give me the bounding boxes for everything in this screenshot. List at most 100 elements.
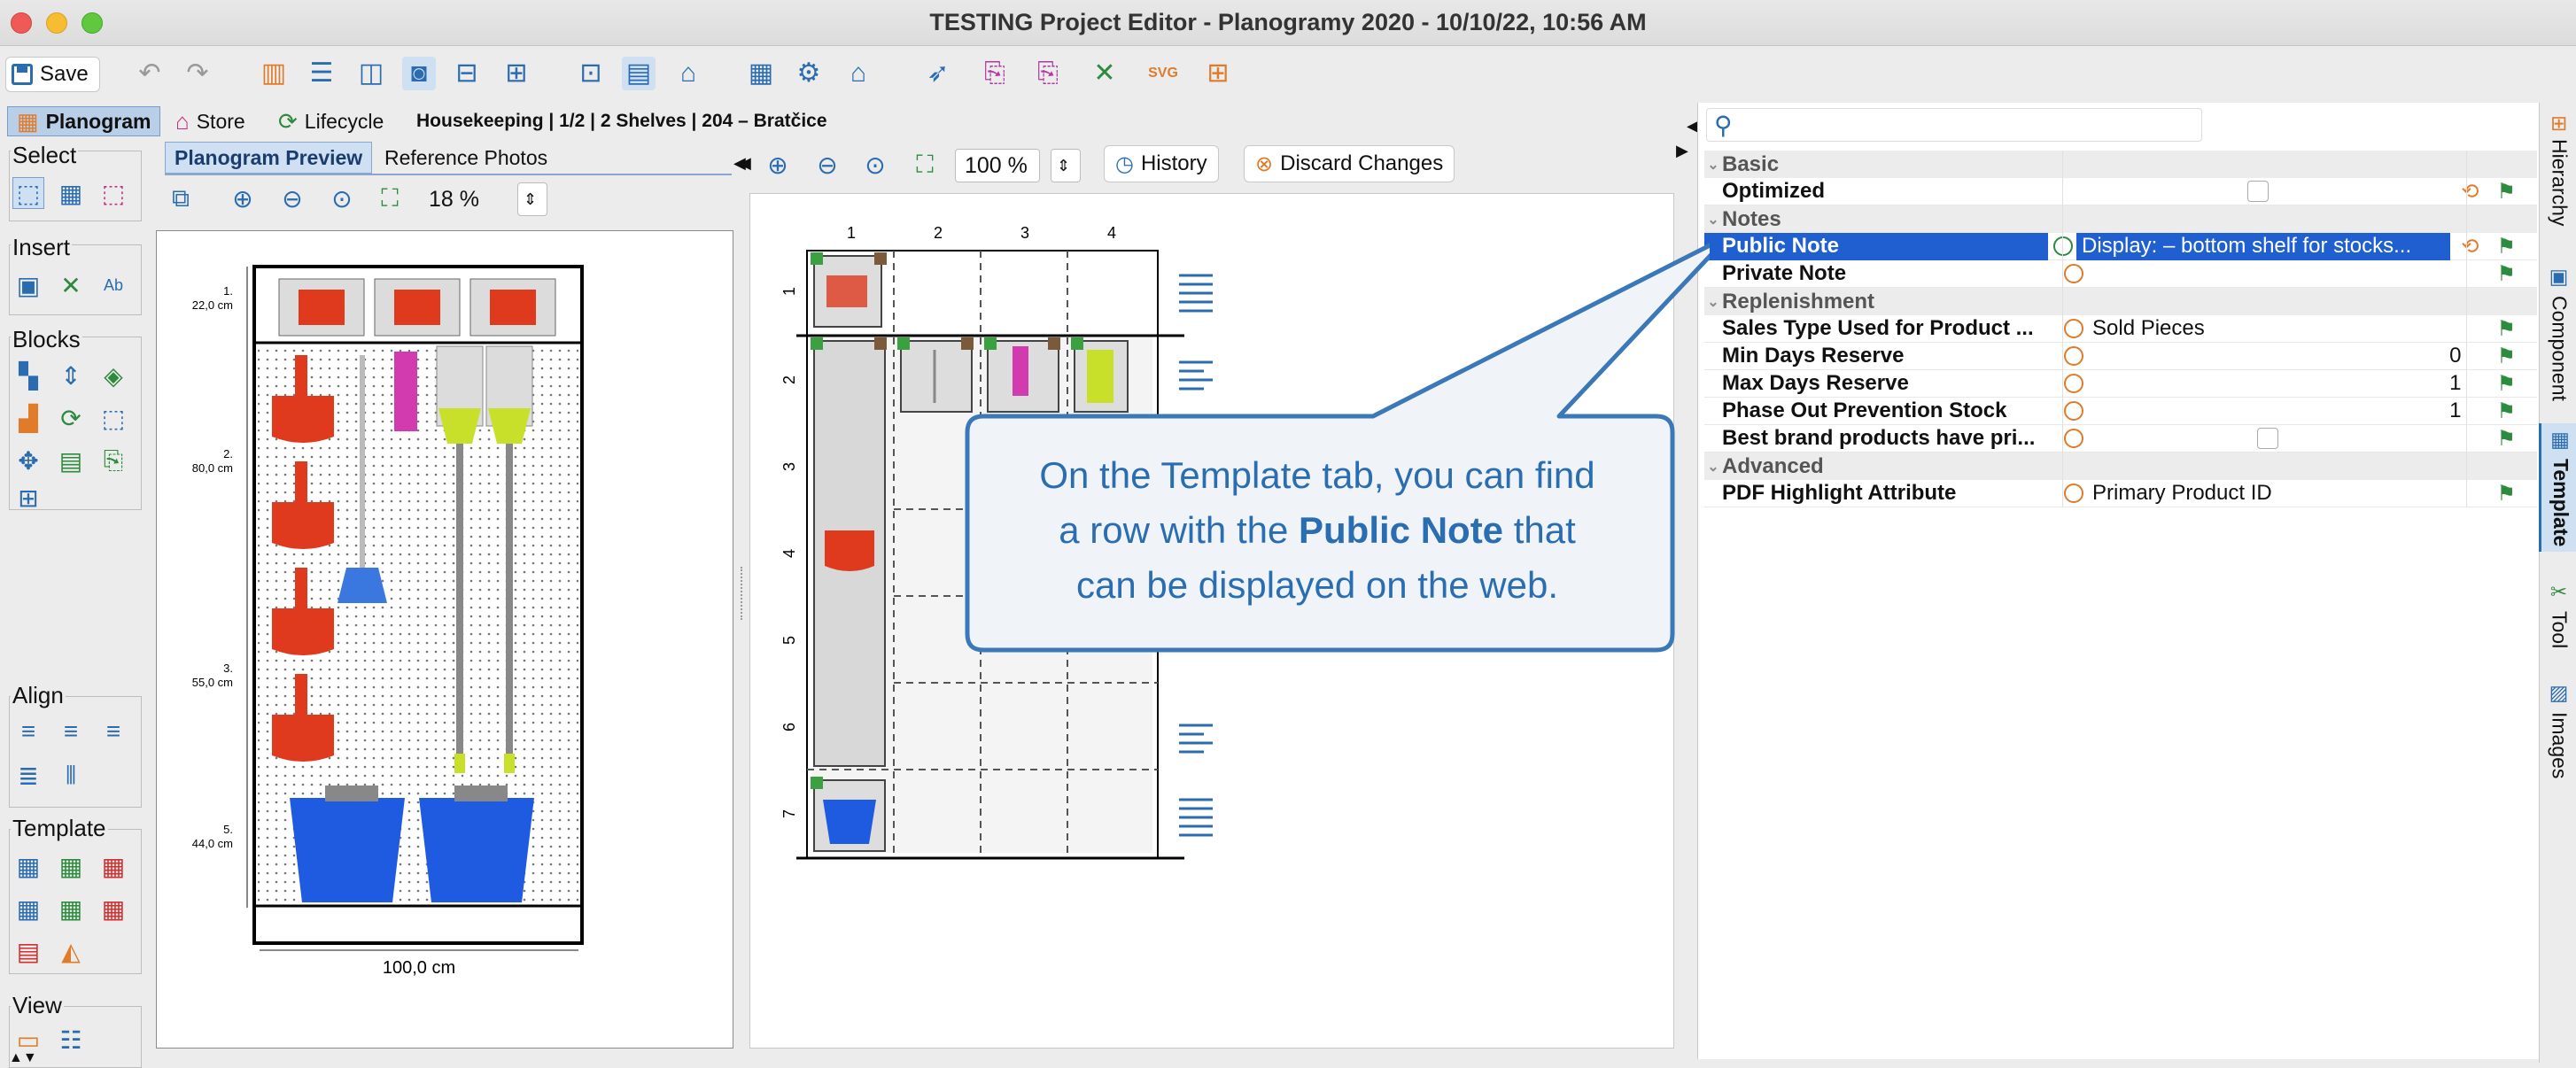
tab-store[interactable]: ⌂ Store [175,106,245,136]
blocks-split-icon[interactable]: ▟ [12,402,44,434]
blocks-copy-icon[interactable]: ⎘ [97,445,129,476]
template-edit-icon[interactable]: ▦ [12,893,44,925]
row-max-days[interactable]: Max Days Reserve 1 ⚑ [1704,370,2537,398]
store-view-icon[interactable]: ⌂ [671,57,705,90]
columns-icon[interactable]: ◫ [354,57,388,90]
shelf-view-icon[interactable]: ▤ [622,57,656,90]
pin-icon[interactable]: ⚑ [2496,344,2516,369]
blocks-rotate-icon[interactable]: ⟳ [55,402,87,434]
grid-zoom-stepper[interactable]: ⇕ [1051,149,1081,182]
collapse-grid-left-icon[interactable]: ◀ [739,154,751,173]
row-min-days[interactable]: Min Days Reserve 0 ⚑ [1704,343,2537,370]
align-left-icon[interactable]: ≡ [12,716,44,747]
pdf-export-icon[interactable]: ⎘ [978,57,1012,90]
align-justify-icon[interactable]: ≣ [12,760,44,792]
cursor-star-icon[interactable]: ➶ [921,57,955,90]
template-mirror-icon[interactable]: ◭ [55,935,87,967]
tab-planogram[interactable]: ▦ Planogram [7,106,161,136]
tab-images[interactable]: ▨ Images [2539,677,2576,784]
history-button[interactable]: ◷ History [1104,145,1219,182]
tab-lifecycle[interactable]: ⟳ Lifecycle [278,106,384,136]
chart-bars-icon[interactable]: ▥ [257,57,291,90]
grid-zoom-in-icon[interactable]: ⊕ [762,149,794,181]
product-cloth[interactable] [394,352,417,431]
template-remove-icon[interactable]: ▦ [97,850,129,882]
rows-icon[interactable]: ☰ [305,57,338,90]
planogram-preview-canvas[interactable]: 1. 22,0 cm 2. 80,0 cm 3. 55,0 cm 5. 44,0… [156,230,733,1049]
select-cross-icon[interactable]: ⬚ [97,177,129,209]
zoom-reset-icon[interactable]: ⊙ [326,182,358,214]
insert-text-icon[interactable]: Ab [97,269,129,301]
min-days-value[interactable]: 0 [2449,344,2461,368]
template-list-icon[interactable]: ▤ [12,935,44,967]
template-clear-icon[interactable]: ▦ [97,893,129,925]
select-arrow-icon[interactable]: ⬚ [12,177,44,209]
template-apply-icon[interactable]: ▦ [12,850,44,882]
tab-template[interactable]: ▦ Template [2539,423,2576,553]
splitter-handle[interactable] [741,567,744,620]
pin-icon[interactable]: ⚑ [2496,261,2516,287]
preview-zoom-stepper[interactable]: ⇕ [517,182,547,216]
row-phase-out[interactable]: Phase Out Prevention Stock 1 ⚑ [1704,398,2537,425]
align-center-icon[interactable]: ≡ [55,716,87,747]
pin-icon[interactable]: ⚑ [2496,316,2516,342]
grid-zoom-value[interactable]: 100 % [955,149,1040,182]
discard-changes-button[interactable]: ⊗ Discard Changes [1244,145,1455,182]
property-search-input[interactable]: ⚲ [1706,108,2202,142]
measure-icon[interactable]: ⊟ [450,57,484,90]
align-distribute-icon[interactable]: ⦀ [55,760,87,792]
zoom-in-icon[interactable]: ⊕ [227,182,259,214]
grid-zoom-fit-icon[interactable]: ⛶ [909,149,941,181]
pin-icon[interactable]: ⚑ [2496,371,2516,397]
row-optimized[interactable]: Optimized ⟲ ⚑ [1704,178,2537,205]
optimized-checkbox[interactable] [2247,181,2270,202]
row-sales-type[interactable]: Sales Type Used for Product ... Sold Pie… [1704,315,2537,343]
table-icon[interactable]: ▦ [744,57,778,90]
tab-hierarchy[interactable]: ⊞ Hierarchy [2539,110,2576,232]
row-public-note[interactable]: Public Note Display: – bottom shelf for … [1704,232,2537,260]
best-brand-checkbox[interactable] [2257,428,2278,449]
pin-icon[interactable]: ⚑ [2496,399,2516,424]
blocks-cube-icon[interactable]: ◈ [97,360,129,391]
category-basic[interactable]: ⌄ Basic [1704,151,2537,178]
distribute-icon[interactable]: ⊞ [500,57,533,90]
camera-icon[interactable]: ◙ [402,57,436,90]
category-replenishment[interactable]: ⌄ Replenishment [1704,288,2537,315]
row-best-brand[interactable]: Best brand products have pri... ⚑ [1704,425,2537,453]
max-days-value[interactable]: 1 [2449,371,2461,396]
phase-out-value[interactable]: 1 [2449,399,2461,423]
preview-zoom-value[interactable]: 18 % [420,182,505,216]
insert-block-icon[interactable]: ▣ [12,269,44,301]
blocks-move-icon[interactable]: ✥ [12,445,44,476]
pin-icon[interactable]: ⚑ [2496,426,2516,452]
svg-export-icon[interactable]: SVG [1146,57,1180,90]
tab-tool[interactable]: ✂ Tool [2539,576,2576,654]
public-note-value[interactable]: Display: – bottom shelf for stocks... [2076,232,2451,260]
blocks-tiles-icon[interactable]: ▚ [12,360,44,391]
tab-planogram-preview[interactable]: Planogram Preview [165,142,373,174]
zoom-out-icon[interactable]: ⊖ [276,182,308,214]
blocks-resize-icon[interactable]: ⇕ [55,360,87,391]
pin-icon[interactable]: ⚑ [2496,179,2516,205]
sales-type-value[interactable]: Sold Pieces [2092,316,2205,341]
blocks-fill-icon[interactable]: ⊞ [12,482,44,514]
save-button[interactable]: Save [5,57,100,92]
redo-icon[interactable]: ↷ [181,57,214,90]
align-right-icon[interactable]: ≡ [97,716,129,747]
org-chart-icon[interactable]: ⊞ [1201,57,1235,90]
category-notes[interactable]: ⌄ Notes [1704,205,2537,233]
excel-export-icon[interactable]: ✕ [1088,57,1121,90]
view-tree-icon[interactable]: ☷ [55,1024,87,1056]
pdf-report-icon[interactable]: ⎘ [1031,57,1065,90]
insert-delete-icon[interactable]: ✕ [55,269,87,301]
reset-icon[interactable]: ⟲ [2461,234,2479,259]
open-external-icon[interactable]: ⧉ [165,182,197,214]
row-pdf-attribute[interactable]: PDF Highlight Attribute Primary Product … [1704,480,2537,507]
undo-icon[interactable]: ↶ [133,57,167,90]
network-icon[interactable]: ⚙ [792,57,826,90]
pdf-attr-value[interactable]: Primary Product ID [2092,481,2272,506]
blocks-frame-icon[interactable]: ⬚ [97,402,129,434]
pin-icon[interactable]: ⚑ [2496,234,2516,259]
category-advanced[interactable]: ⌄ Advanced [1704,453,2537,480]
product-packs-top[interactable] [278,278,556,337]
